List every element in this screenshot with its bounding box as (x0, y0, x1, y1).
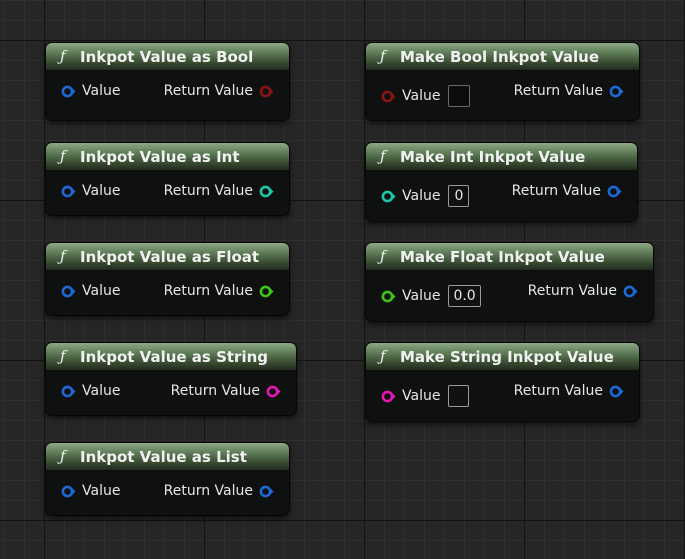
float-pin-icon[interactable] (381, 289, 396, 304)
function-f-icon: ƒ (380, 47, 386, 65)
struct-pin-icon[interactable] (609, 84, 624, 99)
node-inkpot-value-as-list[interactable]: ƒ Inkpot Value as List Value Return Valu… (45, 442, 290, 516)
struct-pin-icon[interactable] (609, 384, 624, 399)
node-title: Make Int Inkpot Value (400, 147, 586, 166)
pin-label: Value (82, 83, 121, 99)
input-pin-value[interactable]: Value (381, 85, 471, 107)
node-title: Make String Inkpot Value (400, 347, 614, 366)
node-inkpot-value-as-float[interactable]: ƒ Inkpot Value as Float Value Return Val… (45, 242, 290, 316)
function-f-icon: ƒ (60, 347, 66, 365)
pin-label: Return Value (170, 383, 260, 399)
node-header[interactable]: ƒ Make Bool Inkpot Value (366, 43, 639, 71)
value-string-input[interactable] (448, 385, 470, 407)
pin-label: Return Value (511, 183, 601, 199)
node-make-float-inkpot-value[interactable]: ƒ Make Float Inkpot Value Value 0.0 Retu… (365, 242, 654, 322)
value-float-input[interactable]: 0.0 (448, 285, 481, 307)
node-title: Make Bool Inkpot Value (400, 47, 599, 66)
node-title: Inkpot Value as Float (80, 247, 260, 266)
input-pin-value[interactable]: Value (61, 283, 120, 299)
pin-label: Return Value (527, 283, 617, 299)
output-pin-return-value[interactable]: Return Value (514, 83, 624, 99)
node-title: Make Float Inkpot Value (400, 247, 605, 266)
pin-label: Value (82, 483, 121, 499)
pin-label: Value (402, 388, 441, 404)
output-pin-return-value[interactable]: Return Value (171, 383, 281, 399)
input-pin-value[interactable]: Value 0 (381, 185, 470, 207)
pin-label: Value (402, 288, 441, 304)
input-pin-value[interactable]: Value (61, 383, 120, 399)
pin-label: Value (402, 88, 441, 104)
input-pin-value[interactable]: Value (381, 385, 470, 407)
struct-pin-icon[interactable] (259, 484, 274, 499)
node-header[interactable]: ƒ Inkpot Value as Int (46, 143, 289, 171)
struct-pin-icon[interactable] (61, 184, 76, 199)
node-make-string-inkpot-value[interactable]: ƒ Make String Inkpot Value Value Return … (365, 342, 640, 422)
bool-pin-icon[interactable] (381, 89, 396, 104)
pin-label: Return Value (513, 83, 603, 99)
node-title: Inkpot Value as Bool (80, 47, 254, 66)
node-header[interactable]: ƒ Inkpot Value as Bool (46, 43, 289, 71)
pin-label: Return Value (513, 383, 603, 399)
pin-label: Return Value (163, 83, 253, 99)
node-make-int-inkpot-value[interactable]: ƒ Make Int Inkpot Value Value 0 Return V… (365, 142, 638, 222)
struct-pin-icon[interactable] (623, 284, 638, 299)
function-f-icon: ƒ (60, 47, 66, 65)
struct-pin-icon[interactable] (61, 284, 76, 299)
function-f-icon: ƒ (380, 247, 386, 265)
node-title: Inkpot Value as Int (80, 147, 240, 166)
node-make-bool-inkpot-value[interactable]: ƒ Make Bool Inkpot Value Value Return Va… (365, 42, 640, 121)
node-title: Inkpot Value as String (80, 347, 268, 366)
output-pin-return-value[interactable]: Return Value (528, 283, 638, 299)
function-f-icon: ƒ (60, 447, 66, 465)
struct-pin-icon[interactable] (61, 384, 76, 399)
pin-label: Return Value (163, 483, 253, 499)
struct-pin-icon[interactable] (61, 84, 76, 99)
pin-label: Return Value (163, 283, 253, 299)
node-header[interactable]: ƒ Make Int Inkpot Value (366, 143, 637, 171)
function-f-icon: ƒ (60, 247, 66, 265)
function-f-icon: ƒ (60, 147, 66, 165)
pin-label: Value (402, 188, 441, 204)
node-inkpot-value-as-string[interactable]: ƒ Inkpot Value as String Value Return Va… (45, 342, 297, 416)
input-pin-value[interactable]: Value (61, 483, 120, 499)
int-pin-icon[interactable] (259, 184, 274, 199)
blueprint-graph-canvas[interactable]: ƒ Inkpot Value as Bool Value Return Valu… (0, 0, 685, 559)
string-pin-icon[interactable] (381, 389, 396, 404)
input-pin-value[interactable]: Value (61, 83, 120, 99)
output-pin-return-value[interactable]: Return Value (164, 283, 274, 299)
output-pin-return-value[interactable]: Return Value (514, 383, 624, 399)
node-header[interactable]: ƒ Inkpot Value as String (46, 343, 296, 371)
float-pin-icon[interactable] (259, 284, 274, 299)
value-checkbox[interactable] (448, 85, 471, 107)
output-pin-return-value[interactable]: Return Value (164, 183, 274, 199)
node-header[interactable]: ƒ Make String Inkpot Value (366, 343, 639, 371)
function-f-icon: ƒ (380, 147, 386, 165)
output-pin-return-value[interactable]: Return Value (512, 183, 622, 199)
node-inkpot-value-as-bool[interactable]: ƒ Inkpot Value as Bool Value Return Valu… (45, 42, 290, 121)
node-inkpot-value-as-int[interactable]: ƒ Inkpot Value as Int Value Return Value (45, 142, 290, 216)
pin-label: Value (82, 383, 121, 399)
function-f-icon: ƒ (380, 347, 386, 365)
node-header[interactable]: ƒ Inkpot Value as List (46, 443, 289, 471)
pin-label: Value (82, 283, 121, 299)
value-int-input[interactable]: 0 (448, 185, 470, 207)
struct-pin-icon[interactable] (61, 484, 76, 499)
pin-label: Value (82, 183, 121, 199)
input-pin-value[interactable]: Value (61, 183, 120, 199)
input-pin-value[interactable]: Value 0.0 (381, 285, 481, 307)
node-title: Inkpot Value as List (80, 447, 247, 466)
struct-pin-icon[interactable] (607, 184, 622, 199)
output-pin-return-value[interactable]: Return Value (164, 83, 274, 99)
string-pin-icon[interactable] (266, 384, 281, 399)
node-header[interactable]: ƒ Inkpot Value as Float (46, 243, 289, 271)
pin-label: Return Value (163, 183, 253, 199)
output-pin-return-value[interactable]: Return Value (164, 483, 274, 499)
int-pin-icon[interactable] (381, 189, 396, 204)
node-header[interactable]: ƒ Make Float Inkpot Value (366, 243, 653, 271)
bool-pin-icon[interactable] (259, 84, 274, 99)
